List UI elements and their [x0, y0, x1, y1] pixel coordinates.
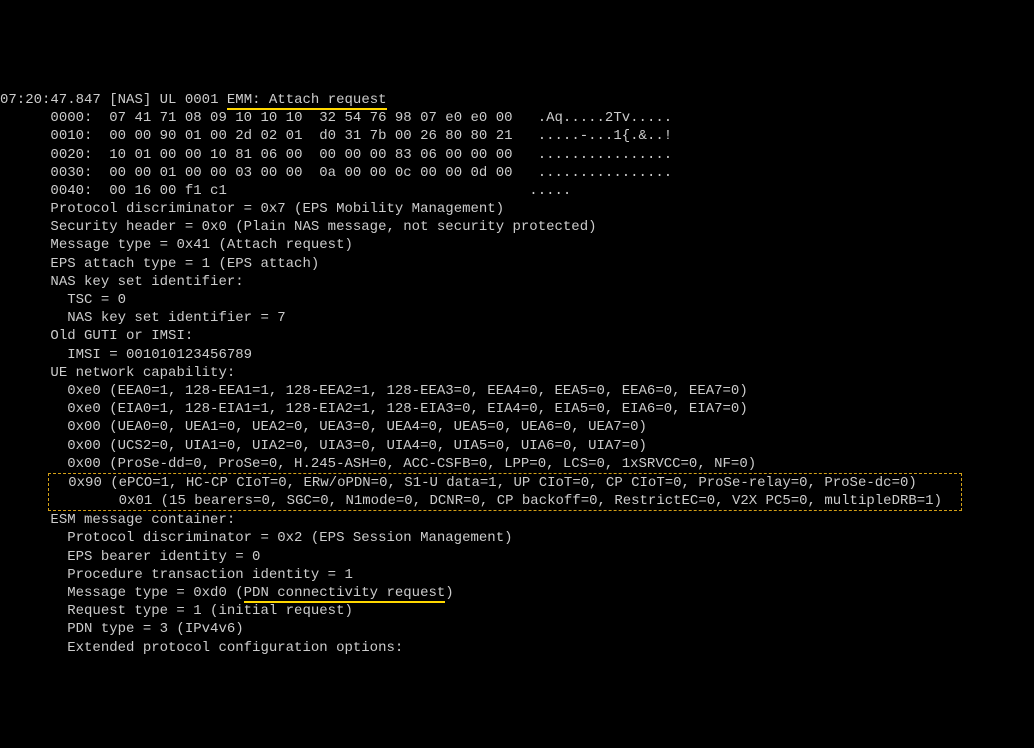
ue-nc-label: UE network capability: — [0, 365, 235, 381]
seq-num: 0001 — [185, 92, 219, 108]
message-type-header: EMM: Attach request — [227, 92, 387, 110]
hex-row: 0040: 00 16 00 f1 c1 ..... — [0, 183, 571, 199]
dashed-highlight-box: 0x90 (ePCO=1, HC-CP CIoT=0, ERw/oPDN=0, … — [48, 473, 961, 511]
hex-offset: 0010: — [50, 128, 92, 144]
source-tag: [NAS] — [109, 92, 151, 108]
hex-ascii: ..... — [227, 183, 571, 199]
log-header-line: 07:20:47.847 [NAS] UL 0001 EMM: Attach r… — [0, 92, 387, 110]
capability-row: 0xe0 (EEA0=1, 128-EEA1=1, 128-EEA2=1, 12… — [0, 383, 748, 399]
hex-ascii: .Aq.....2Tv..... — [513, 110, 673, 126]
eps-attach-type: EPS attach type = 1 (EPS attach) — [0, 256, 319, 272]
security-header: Security header = 0x0 (Plain NAS message… — [0, 219, 597, 235]
hex-row: 0020: 10 01 00 00 10 81 06 00 00 00 00 8… — [0, 147, 672, 163]
esm-transaction-identity: Procedure transaction identity = 1 — [0, 567, 353, 583]
hex-bytes: 10 01 00 00 10 81 06 00 00 00 00 83 06 0… — [92, 147, 512, 163]
log-output: 07:20:47.847 [NAS] UL 0001 EMM: Attach r… — [0, 73, 1034, 657]
esm-message-type: Message type = 0xd0 (PDN connectivity re… — [0, 585, 454, 603]
capability-row: 0x00 (UEA0=0, UEA1=0, UEA2=0, UEA3=0, UE… — [0, 419, 647, 435]
hex-ascii: .....-...1{.&..! — [513, 128, 673, 144]
esm-protocol-discriminator: Protocol discriminator = 0x2 (EPS Sessio… — [0, 530, 513, 546]
esm-pdn-type: PDN type = 3 (IPv4v6) — [0, 621, 244, 637]
capability-row: 0x00 (UCS2=0, UIA1=0, UIA2=0, UIA3=0, UI… — [0, 438, 647, 454]
pdn-connectivity-highlight: PDN connectivity request — [244, 585, 446, 603]
capability-row: 0xe0 (EIA0=1, 128-EIA1=1, 128-EIA2=1, 12… — [0, 401, 748, 417]
nas-ksi: NAS key set identifier = 7 — [0, 310, 286, 326]
hex-bytes: 00 00 01 00 00 03 00 00 0a 00 00 0c 00 0… — [92, 165, 512, 181]
capability-row: 0x00 (ProSe-dd=0, ProSe=0, H.245-ASH=0, … — [0, 456, 756, 472]
hex-row: 0000: 07 41 71 08 09 10 10 10 32 54 76 9… — [0, 110, 672, 126]
hex-ascii: ................ — [513, 147, 673, 163]
highlighted-capability-box: 0x90 (ePCO=1, HC-CP CIoT=0, ERw/oPDN=0, … — [0, 493, 962, 509]
esm-epco: Extended protocol configuration options: — [0, 640, 403, 656]
esm-label: ESM message container: — [0, 512, 235, 528]
hex-offset: 0000: — [50, 110, 92, 126]
hex-offset: 0040: — [50, 183, 92, 199]
hex-bytes: 07 41 71 08 09 10 10 10 32 54 76 98 07 e… — [92, 110, 512, 126]
hex-ascii: ................ — [513, 165, 673, 181]
tsc: TSC = 0 — [0, 292, 126, 308]
hex-offset: 0030: — [50, 165, 92, 181]
esm-bearer-identity: EPS bearer identity = 0 — [0, 549, 260, 565]
hex-row: 0010: 00 00 90 01 00 2d 02 01 d0 31 7b 0… — [0, 128, 672, 144]
esm-request-type: Request type = 1 (initial request) — [0, 603, 353, 619]
hex-bytes: 00 16 00 f1 c1 — [92, 183, 226, 199]
hex-bytes: 00 00 90 01 00 2d 02 01 d0 31 7b 00 26 8… — [92, 128, 512, 144]
message-type: Message type = 0x41 (Attach request) — [0, 237, 353, 253]
protocol-discriminator: Protocol discriminator = 0x7 (EPS Mobili… — [0, 201, 504, 217]
imsi: IMSI = 001010123456789 — [0, 347, 252, 363]
timestamp: 07:20:47.847 — [0, 92, 101, 108]
hex-offset: 0020: — [50, 147, 92, 163]
guti-label: Old GUTI or IMSI: — [0, 328, 193, 344]
hex-row: 0030: 00 00 01 00 00 03 00 00 0a 00 00 0… — [0, 165, 672, 181]
direction: UL — [160, 92, 177, 108]
nas-ksi-label: NAS key set identifier: — [0, 274, 244, 290]
